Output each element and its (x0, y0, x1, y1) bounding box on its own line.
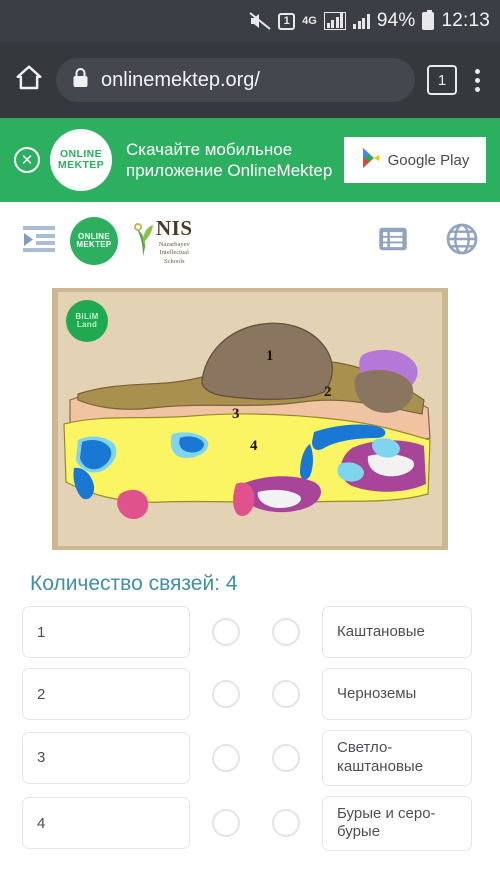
left-connector-4[interactable] (212, 809, 240, 838)
nis-subtitle-1: Nazarbayev (158, 240, 190, 248)
address-bar[interactable]: onlinemektep.org/ (56, 58, 415, 102)
map-label-2: 2 (324, 384, 332, 400)
map-label-1: 1 (266, 348, 274, 364)
phone-screen: 1 4G 94% 12:13 onlinemektep.org/ 1 ✕ ONL… (0, 0, 500, 888)
left-item-3[interactable]: 3 (22, 731, 190, 784)
nis-word: NIS (156, 215, 193, 240)
network-type-icon: 4G (302, 14, 317, 27)
sidebar-toggle-icon[interactable] (22, 224, 56, 259)
signal-bars-sim1-icon (323, 12, 347, 30)
right-connector-1[interactable] (272, 618, 300, 646)
nis-logo: NIS Nazarbayev Intellectual Schools (132, 216, 193, 266)
right-item-4[interactable]: Бурые и серо-бурые (322, 795, 472, 851)
sim-badge: 1 (278, 12, 296, 30)
lock-icon (72, 67, 89, 93)
mute-icon (249, 12, 271, 30)
header-logo-line-2: MEKTEP (76, 240, 112, 249)
map-label-3: 3 (232, 406, 240, 422)
close-banner-button[interactable]: ✕ (14, 147, 40, 173)
nis-sprout-icon (132, 219, 154, 264)
table-row: 3 Светло-каштановые (22, 730, 478, 786)
connections-count-label: Количество связей: 4 (30, 572, 238, 595)
tab-switcher-button[interactable]: 1 (427, 65, 457, 95)
home-icon[interactable] (14, 63, 44, 98)
nis-subtitle-2: Intellectual (159, 249, 189, 257)
browser-toolbar: onlinemektep.org/ 1 (0, 42, 500, 118)
right-item-2[interactable]: Черноземы (322, 668, 472, 720)
table-row: 1 Каштановые (22, 606, 478, 658)
left-connector-1[interactable] (212, 618, 240, 646)
site-header: ONLINE MEKTEP NIS Nazarbayev Intellectua… (0, 202, 500, 280)
status-bar: 1 4G 94% 12:13 (0, 0, 500, 42)
signal-bars-sim2-icon (353, 13, 370, 29)
map-container: 1 2 3 4 BiLiM Land (0, 280, 500, 550)
battery-percent: 94% (376, 10, 416, 31)
right-item-3[interactable]: Светло-каштановые (322, 730, 472, 786)
right-connector-4[interactable] (272, 809, 300, 838)
left-item-4[interactable]: 4 (22, 797, 190, 850)
matching-exercise: 1 Каштановые 2 Черноземы 3 Светло-каштан… (0, 606, 500, 851)
map-graphic: 1 2 3 4 (52, 288, 448, 550)
watermark-line-2: Land (76, 320, 98, 329)
url-text: onlinemektep.org/ (101, 68, 260, 91)
globe-icon[interactable] (446, 223, 478, 260)
left-item-1[interactable]: 1 (22, 606, 190, 658)
google-play-button[interactable]: Google Play (344, 137, 486, 183)
clock: 12:13 (441, 10, 490, 31)
promo-text: Скачайте мобильное приложение OnlineMekt… (126, 139, 333, 180)
bilimland-watermark: BiLiM Land (66, 300, 108, 342)
battery-icon (422, 10, 435, 30)
right-connector-3[interactable] (272, 743, 300, 772)
logo-line-2: MEKTEP (57, 159, 105, 171)
onlinemektep-logo: ONLINE MEKTEP (50, 129, 112, 191)
app-promo-banner: ✕ ONLINE MEKTEP Скачайте мобильное прило… (0, 118, 500, 202)
map-label-4: 4 (250, 438, 258, 454)
nis-subtitle-3: Schools (163, 257, 185, 265)
list-icon[interactable] (378, 224, 408, 259)
table-row: 2 Черноземы (22, 668, 478, 720)
right-connector-2[interactable] (272, 680, 300, 708)
left-connector-2[interactable] (212, 680, 240, 708)
kazakhstan-soil-map[interactable]: 1 2 3 4 BiLiM Land (52, 288, 448, 550)
overflow-menu-icon[interactable] (469, 68, 486, 92)
onlinemektep-header-logo[interactable]: ONLINE MEKTEP (70, 217, 118, 265)
left-connector-3[interactable] (212, 743, 240, 772)
left-item-2[interactable]: 2 (22, 668, 190, 720)
google-play-label: Google Play (387, 151, 470, 169)
table-row: 4 Бурые и серо-бурые (22, 795, 478, 851)
right-item-1[interactable]: Каштановые (322, 606, 472, 658)
google-play-icon (361, 147, 381, 174)
